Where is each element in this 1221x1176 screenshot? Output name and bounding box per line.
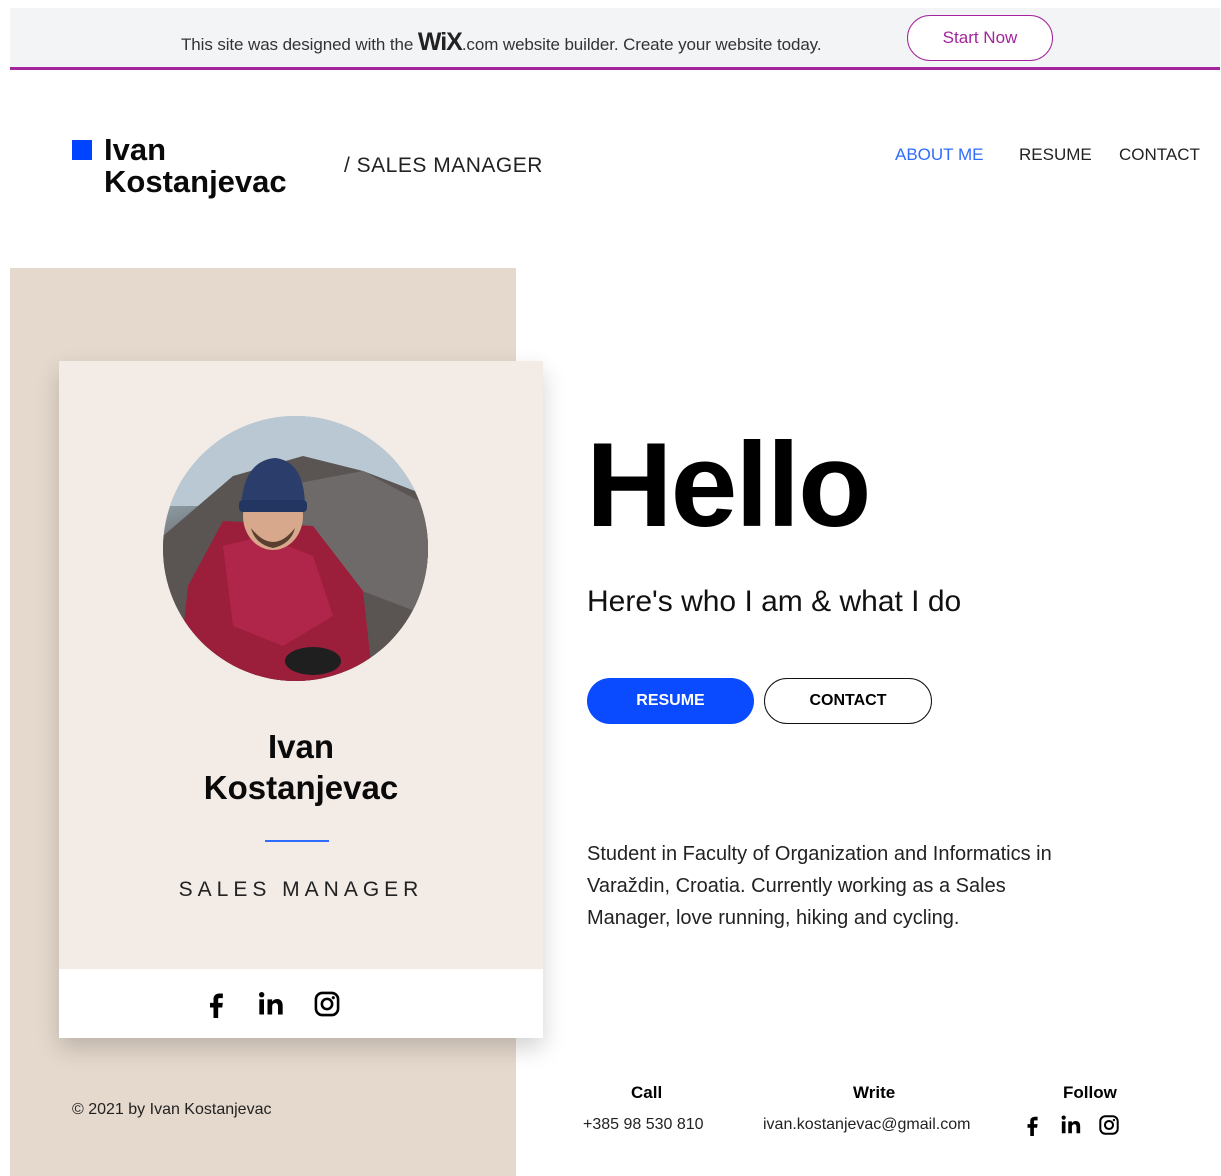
bio-text: Student in Faculty of Organization and I… bbox=[587, 843, 1052, 929]
logo-last-name: Kostanjevac bbox=[104, 164, 287, 199]
site-logo-name[interactable]: Ivan Kostanjevac bbox=[104, 134, 287, 198]
footer-facebook-icon[interactable] bbox=[1022, 1114, 1044, 1136]
card-name: Ivan Kostanjevac bbox=[59, 726, 543, 808]
avatar-illustration bbox=[163, 416, 428, 681]
footer-email[interactable]: ivan.kostanjevac@gmail.com bbox=[763, 1116, 970, 1134]
card-last-name: Kostanjevac bbox=[203, 769, 399, 806]
resume-button[interactable]: RESUME bbox=[587, 678, 754, 724]
card-divider bbox=[265, 840, 329, 842]
card-first-name: Ivan bbox=[267, 728, 335, 765]
nav-contact[interactable]: CONTACT bbox=[1119, 145, 1200, 165]
contact-button[interactable]: CONTACT bbox=[764, 678, 932, 724]
copyright-text: © 2021 by Ivan Kostanjevac bbox=[72, 1101, 272, 1118]
facebook-icon[interactable] bbox=[203, 990, 231, 1018]
logo-first-name: Ivan bbox=[104, 132, 167, 167]
hero-subtitle: Here's who I am & what I do bbox=[587, 585, 962, 618]
hero-heading: Hello bbox=[586, 418, 871, 552]
footer-instagram-icon[interactable] bbox=[1098, 1114, 1120, 1136]
footer-call-label: Call bbox=[631, 1083, 663, 1102]
avatar bbox=[163, 416, 428, 681]
linkedin-icon[interactable] bbox=[257, 990, 285, 1018]
card-social-bar bbox=[59, 969, 543, 1038]
footer-linkedin-icon[interactable] bbox=[1060, 1114, 1082, 1136]
profile-card: Ivan Kostanjevac SALES MANAGER bbox=[59, 361, 543, 1038]
footer-write-label: Write bbox=[853, 1083, 896, 1102]
card-job-title: SALES MANAGER bbox=[178, 878, 424, 901]
wix-promo-banner: This site was designed with the WiX.com … bbox=[10, 8, 1220, 70]
instagram-icon[interactable] bbox=[313, 990, 341, 1018]
site-tagline: / SALES MANAGER bbox=[344, 154, 543, 177]
start-now-button[interactable]: Start Now bbox=[907, 15, 1053, 61]
nav-about-me[interactable]: ABOUT ME bbox=[895, 145, 983, 165]
footer-phone[interactable]: +385 98 530 810 bbox=[583, 1116, 704, 1134]
logo-square-icon bbox=[72, 140, 92, 160]
footer-follow-label: Follow bbox=[1063, 1083, 1117, 1102]
nav-resume[interactable]: RESUME bbox=[1019, 145, 1092, 165]
wix-logo: WiX bbox=[417, 28, 463, 56]
banner-text: This site was designed with the WiX.com … bbox=[181, 28, 822, 56]
